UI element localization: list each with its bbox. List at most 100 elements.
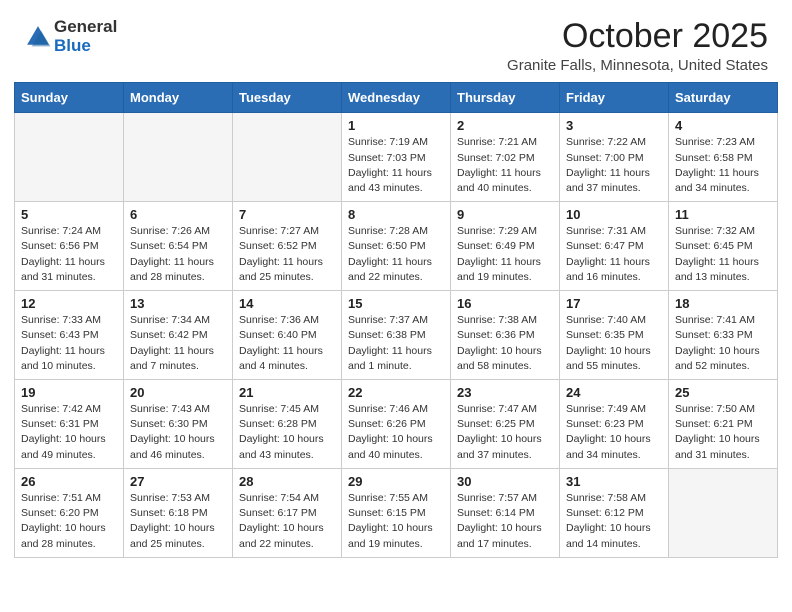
calendar-day-cell: 21 Sunrise: 7:45 AM Sunset: 6:28 PM Dayli… bbox=[233, 380, 342, 469]
calendar-day-header: Friday bbox=[560, 83, 669, 113]
calendar-week-row: 26Sunrise: 7:51 AM Sunset: 6:20 PM Dayli… bbox=[15, 468, 778, 557]
calendar-day-cell bbox=[669, 468, 778, 557]
day-number: 31 bbox=[566, 474, 662, 489]
day-number: 26 bbox=[21, 474, 117, 489]
day-detail: Sunrise: 7:37 AM Sunset: 6:38 PM Dayligh… bbox=[348, 313, 444, 374]
calendar-day-cell: 9 Sunrise: 7:29 AM Sunset: 6:49 PM Daylig… bbox=[451, 202, 560, 291]
day-number: 9 bbox=[457, 207, 553, 222]
calendar-day-cell: 24 Sunrise: 7:49 AM Sunset: 6:23 PM Dayli… bbox=[560, 380, 669, 469]
day-detail: Sunrise: 7:34 AM Sunset: 6:42 PM Dayligh… bbox=[130, 313, 226, 374]
day-number: 21 bbox=[239, 385, 335, 400]
day-number: 17 bbox=[566, 296, 662, 311]
calendar-day-cell: 2 Sunrise: 7:21 AM Sunset: 7:02 PM Daylig… bbox=[451, 113, 560, 202]
day-detail: Sunrise: 7:57 AM Sunset: 6:14 PM Dayligh… bbox=[457, 491, 553, 552]
logo-blue-text: Blue bbox=[54, 37, 117, 56]
day-number: 15 bbox=[348, 296, 444, 311]
title-block: October 2025 Granite Falls, Minnesota, U… bbox=[507, 18, 768, 74]
day-detail: Sunrise: 7:27 AM Sunset: 6:52 PM Dayligh… bbox=[239, 224, 335, 285]
calendar-day-cell: 5 Sunrise: 7:24 AM Sunset: 6:56 PM Daylig… bbox=[15, 202, 124, 291]
day-detail: Sunrise: 7:33 AM Sunset: 6:43 PM Dayligh… bbox=[21, 313, 117, 374]
calendar-day-cell: 7Sunrise: 7:27 AM Sunset: 6:52 PM Daylig… bbox=[233, 202, 342, 291]
day-number: 8 bbox=[348, 207, 444, 222]
day-number: 2 bbox=[457, 118, 553, 133]
day-detail: Sunrise: 7:40 AM Sunset: 6:35 PM Dayligh… bbox=[566, 313, 662, 374]
calendar-day-cell: 18 Sunrise: 7:41 AM Sunset: 6:33 PM Dayli… bbox=[669, 291, 778, 380]
day-detail: Sunrise: 7:41 AM Sunset: 6:33 PM Dayligh… bbox=[675, 313, 771, 374]
calendar-day-cell bbox=[124, 113, 233, 202]
day-number: 10 bbox=[566, 207, 662, 222]
day-detail: Sunrise: 7:31 AM Sunset: 6:47 PM Dayligh… bbox=[566, 224, 662, 285]
calendar-week-row: 5 Sunrise: 7:24 AM Sunset: 6:56 PM Daylig… bbox=[15, 202, 778, 291]
day-number: 20 bbox=[130, 385, 226, 400]
day-detail: Sunrise: 7:26 AM Sunset: 6:54 PM Dayligh… bbox=[130, 224, 226, 285]
day-number: 25 bbox=[675, 385, 771, 400]
day-detail: Sunrise: 7:47 AM Sunset: 6:25 PM Dayligh… bbox=[457, 402, 553, 463]
calendar-day-cell: 16 Sunrise: 7:38 AM Sunset: 6:36 PM Dayli… bbox=[451, 291, 560, 380]
location-text: Granite Falls, Minnesota, United States bbox=[507, 57, 768, 74]
day-number: 16 bbox=[457, 296, 553, 311]
calendar-day-cell: 19 Sunrise: 7:42 AM Sunset: 6:31 PM Dayli… bbox=[15, 380, 124, 469]
day-number: 19 bbox=[21, 385, 117, 400]
calendar-day-header: Wednesday bbox=[342, 83, 451, 113]
logo-general-text: General bbox=[54, 18, 117, 37]
calendar-day-cell: 30 Sunrise: 7:57 AM Sunset: 6:14 PM Dayli… bbox=[451, 468, 560, 557]
calendar-day-cell: 8Sunrise: 7:28 AM Sunset: 6:50 PM Daylig… bbox=[342, 202, 451, 291]
calendar-day-cell: 1Sunrise: 7:19 AM Sunset: 7:03 PM Daylig… bbox=[342, 113, 451, 202]
calendar-container: SundayMondayTuesdayWednesdayThursdayFrid… bbox=[0, 82, 792, 571]
calendar-day-cell: 17 Sunrise: 7:40 AM Sunset: 6:35 PM Dayli… bbox=[560, 291, 669, 380]
day-detail: Sunrise: 7:22 AM Sunset: 7:00 PM Dayligh… bbox=[566, 135, 662, 196]
calendar-week-row: 1Sunrise: 7:19 AM Sunset: 7:03 PM Daylig… bbox=[15, 113, 778, 202]
day-detail: Sunrise: 7:23 AM Sunset: 6:58 PM Dayligh… bbox=[675, 135, 771, 196]
calendar-day-header: Saturday bbox=[669, 83, 778, 113]
day-detail: Sunrise: 7:38 AM Sunset: 6:36 PM Dayligh… bbox=[457, 313, 553, 374]
calendar-day-header: Thursday bbox=[451, 83, 560, 113]
calendar-day-cell: 3 Sunrise: 7:22 AM Sunset: 7:00 PM Daylig… bbox=[560, 113, 669, 202]
day-detail: Sunrise: 7:43 AM Sunset: 6:30 PM Dayligh… bbox=[130, 402, 226, 463]
calendar-day-cell: 15 Sunrise: 7:37 AM Sunset: 6:38 PM Dayli… bbox=[342, 291, 451, 380]
day-detail: Sunrise: 7:49 AM Sunset: 6:23 PM Dayligh… bbox=[566, 402, 662, 463]
calendar-week-row: 19 Sunrise: 7:42 AM Sunset: 6:31 PM Dayli… bbox=[15, 380, 778, 469]
day-detail: Sunrise: 7:46 AM Sunset: 6:26 PM Dayligh… bbox=[348, 402, 444, 463]
calendar-day-cell bbox=[233, 113, 342, 202]
day-number: 3 bbox=[566, 118, 662, 133]
logo: General Blue bbox=[24, 18, 117, 55]
day-number: 1 bbox=[348, 118, 444, 133]
day-number: 23 bbox=[457, 385, 553, 400]
day-number: 13 bbox=[130, 296, 226, 311]
day-detail: Sunrise: 7:21 AM Sunset: 7:02 PM Dayligh… bbox=[457, 135, 553, 196]
day-number: 6 bbox=[130, 207, 226, 222]
day-number: 28 bbox=[239, 474, 335, 489]
calendar-day-cell: 26Sunrise: 7:51 AM Sunset: 6:20 PM Dayli… bbox=[15, 468, 124, 557]
day-detail: Sunrise: 7:42 AM Sunset: 6:31 PM Dayligh… bbox=[21, 402, 117, 463]
calendar-day-cell: 25 Sunrise: 7:50 AM Sunset: 6:21 PM Dayli… bbox=[669, 380, 778, 469]
day-number: 27 bbox=[130, 474, 226, 489]
calendar-day-cell: 20 Sunrise: 7:43 AM Sunset: 6:30 PM Dayli… bbox=[124, 380, 233, 469]
day-detail: Sunrise: 7:45 AM Sunset: 6:28 PM Dayligh… bbox=[239, 402, 335, 463]
calendar-day-cell: 12 Sunrise: 7:33 AM Sunset: 6:43 PM Dayli… bbox=[15, 291, 124, 380]
day-detail: Sunrise: 7:58 AM Sunset: 6:12 PM Dayligh… bbox=[566, 491, 662, 552]
calendar-day-header: Monday bbox=[124, 83, 233, 113]
day-number: 12 bbox=[21, 296, 117, 311]
logo-icon bbox=[24, 23, 52, 51]
day-detail: Sunrise: 7:53 AM Sunset: 6:18 PM Dayligh… bbox=[130, 491, 226, 552]
calendar-day-cell: 28Sunrise: 7:54 AM Sunset: 6:17 PM Dayli… bbox=[233, 468, 342, 557]
calendar-day-cell: 13 Sunrise: 7:34 AM Sunset: 6:42 PM Dayli… bbox=[124, 291, 233, 380]
day-number: 29 bbox=[348, 474, 444, 489]
day-detail: Sunrise: 7:24 AM Sunset: 6:56 PM Dayligh… bbox=[21, 224, 117, 285]
calendar-day-cell: 23 Sunrise: 7:47 AM Sunset: 6:25 PM Dayli… bbox=[451, 380, 560, 469]
day-number: 11 bbox=[675, 207, 771, 222]
day-number: 24 bbox=[566, 385, 662, 400]
calendar-day-cell: 22 Sunrise: 7:46 AM Sunset: 6:26 PM Dayli… bbox=[342, 380, 451, 469]
day-number: 18 bbox=[675, 296, 771, 311]
calendar-day-cell: 27 Sunrise: 7:53 AM Sunset: 6:18 PM Dayli… bbox=[124, 468, 233, 557]
day-number: 22 bbox=[348, 385, 444, 400]
month-title: October 2025 bbox=[507, 18, 768, 55]
day-number: 5 bbox=[21, 207, 117, 222]
day-detail: Sunrise: 7:29 AM Sunset: 6:49 PM Dayligh… bbox=[457, 224, 553, 285]
day-detail: Sunrise: 7:50 AM Sunset: 6:21 PM Dayligh… bbox=[675, 402, 771, 463]
calendar-week-row: 12 Sunrise: 7:33 AM Sunset: 6:43 PM Dayli… bbox=[15, 291, 778, 380]
calendar-day-cell: 31 Sunrise: 7:58 AM Sunset: 6:12 PM Dayli… bbox=[560, 468, 669, 557]
day-number: 14 bbox=[239, 296, 335, 311]
day-number: 30 bbox=[457, 474, 553, 489]
calendar-day-header: Sunday bbox=[15, 83, 124, 113]
